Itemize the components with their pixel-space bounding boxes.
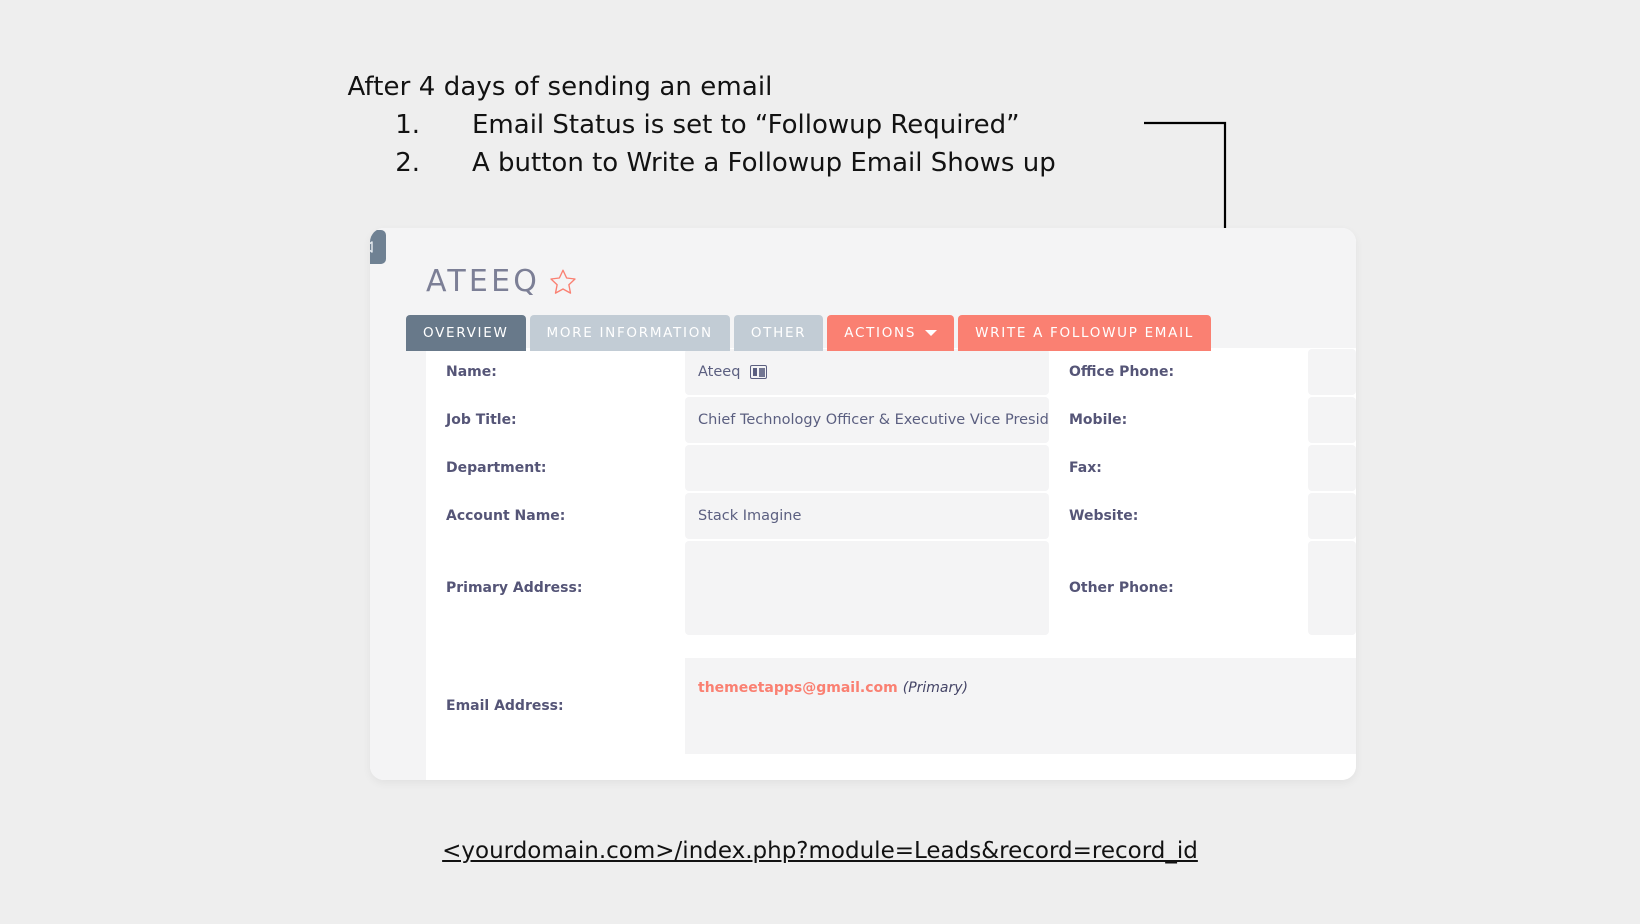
lead-record-card: ATEEQ OVERVIEW MORE INFORMATION OTHER AC… <box>370 228 1356 780</box>
field-label-mobile: Mobile: <box>1069 412 1128 428</box>
field-label-account-name: Account Name: <box>446 508 566 524</box>
annotation-heading: After 4 days of sending an email <box>347 72 773 102</box>
field-label-website: Website: <box>1069 508 1139 524</box>
email-primary-qualifier: (Primary) <box>902 680 969 696</box>
record-tabbar: OVERVIEW MORE INFORMATION OTHER ACTIONS … <box>406 315 1211 351</box>
actions-label: ACTIONS <box>844 325 917 341</box>
annotation-item-number: 2. <box>395 148 420 178</box>
annotation-item-text: Email Status is set to “Followup Require… <box>472 110 1020 140</box>
field-cell-account-name: Account Name: Stack Imagine <box>426 492 1049 540</box>
field-cell-mobile: Mobile: <box>1049 396 1356 444</box>
star-outline-icon[interactable] <box>548 267 578 297</box>
field-label-other-phone: Other Phone: <box>1069 580 1174 596</box>
field-cell-website: Website: <box>1049 492 1356 540</box>
field-value-account-name[interactable]: Stack Imagine <box>685 493 1049 539</box>
annotation-list-item-2: 2. A button to Write a Followup Email Sho… <box>0 144 1120 182</box>
field-value-email-address[interactable]: themeetapps@gmail.com (Primary) <box>685 658 1356 754</box>
field-label-fax: Fax: <box>1069 460 1102 476</box>
page-title: ATEEQ <box>426 264 541 299</box>
field-label-primary-address: Primary Address: <box>446 580 583 596</box>
field-value-website[interactable] <box>1308 493 1356 539</box>
tab-other[interactable]: OTHER <box>733 315 824 351</box>
field-row-primary-address: Primary Address: Other Phone: <box>426 540 1356 636</box>
field-label-office-phone: Office Phone: <box>1069 364 1175 380</box>
field-label-department: Department: <box>446 460 547 476</box>
field-value-primary-address[interactable] <box>685 541 1049 635</box>
tab-overview[interactable]: OVERVIEW <box>406 315 526 351</box>
field-row-name: Name: Ateeq Office Phone: <box>426 348 1356 396</box>
chevron-down-icon <box>925 330 938 336</box>
record-field-grid: Name: Ateeq Office Phone: Job Title: Chi… <box>426 348 1356 754</box>
field-value-office-phone[interactable] <box>1308 349 1356 395</box>
field-row-account-name: Account Name: Stack Imagine Website: <box>426 492 1356 540</box>
field-value-fax[interactable] <box>1308 445 1356 491</box>
field-value-department[interactable] <box>685 445 1049 491</box>
field-cell-job-title: Job Title: Chief Technology Officer & Ex… <box>426 396 1049 444</box>
annotation-list-item-1: 1. Email Status is set to “Followup Requi… <box>0 106 1120 144</box>
annotation-item-text: A button to Write a Followup Email Shows… <box>472 148 1056 178</box>
field-cell-other-phone: Other Phone: <box>1049 540 1356 636</box>
record-title-group: ATEEQ <box>426 264 578 299</box>
field-row-email-address: Email Address: themeetapps@gmail.com (Pr… <box>426 658 1356 754</box>
triangle-left-icon <box>370 241 373 253</box>
field-label-email-address: Email Address: <box>446 698 564 714</box>
field-row-job-title: Job Title: Chief Technology Officer & Ex… <box>426 396 1356 444</box>
field-cell-fax: Fax: <box>1049 444 1356 492</box>
field-label-name: Name: <box>446 364 497 380</box>
email-address-link[interactable]: themeetapps@gmail.com <box>698 680 898 696</box>
field-value-name-text: Ateeq <box>698 364 741 380</box>
field-cell-name: Name: Ateeq <box>426 348 1049 396</box>
record-detail-body: Name: Ateeq Office Phone: Job Title: Chi… <box>426 348 1356 780</box>
field-value-other-phone[interactable] <box>1308 541 1356 635</box>
field-cell-department: Department: <box>426 444 1049 492</box>
actions-dropdown-button[interactable]: ACTIONS <box>827 315 955 351</box>
field-cell-office-phone: Office Phone: <box>1049 348 1356 396</box>
annotation-block: After 4 days of sending an email 1. Email… <box>0 68 1120 182</box>
field-row-department: Department: Fax: <box>426 444 1356 492</box>
write-followup-email-button[interactable]: WRITE A FOLLOWUP EMAIL <box>958 315 1211 351</box>
tab-more-information[interactable]: MORE INFORMATION <box>529 315 730 351</box>
field-value-name[interactable]: Ateeq <box>685 349 1049 395</box>
url-caption: <yourdomain.com>/index.php?module=Leads&… <box>0 838 1640 864</box>
vcard-icon[interactable] <box>750 365 768 379</box>
card-left-rail <box>370 228 426 780</box>
field-label-job-title: Job Title: <box>446 412 517 428</box>
field-value-job-title[interactable]: Chief Technology Officer & Executive Vic… <box>685 397 1049 443</box>
field-cell-primary-address: Primary Address: <box>426 540 1049 636</box>
url-caption-text: <yourdomain.com>/index.php?module=Leads&… <box>442 838 1198 864</box>
annotation-item-number: 1. <box>395 110 420 140</box>
field-value-mobile[interactable] <box>1308 397 1356 443</box>
collapse-sidebar-button[interactable] <box>370 230 386 264</box>
annotation-list: 1. Email Status is set to “Followup Requi… <box>0 106 1120 182</box>
